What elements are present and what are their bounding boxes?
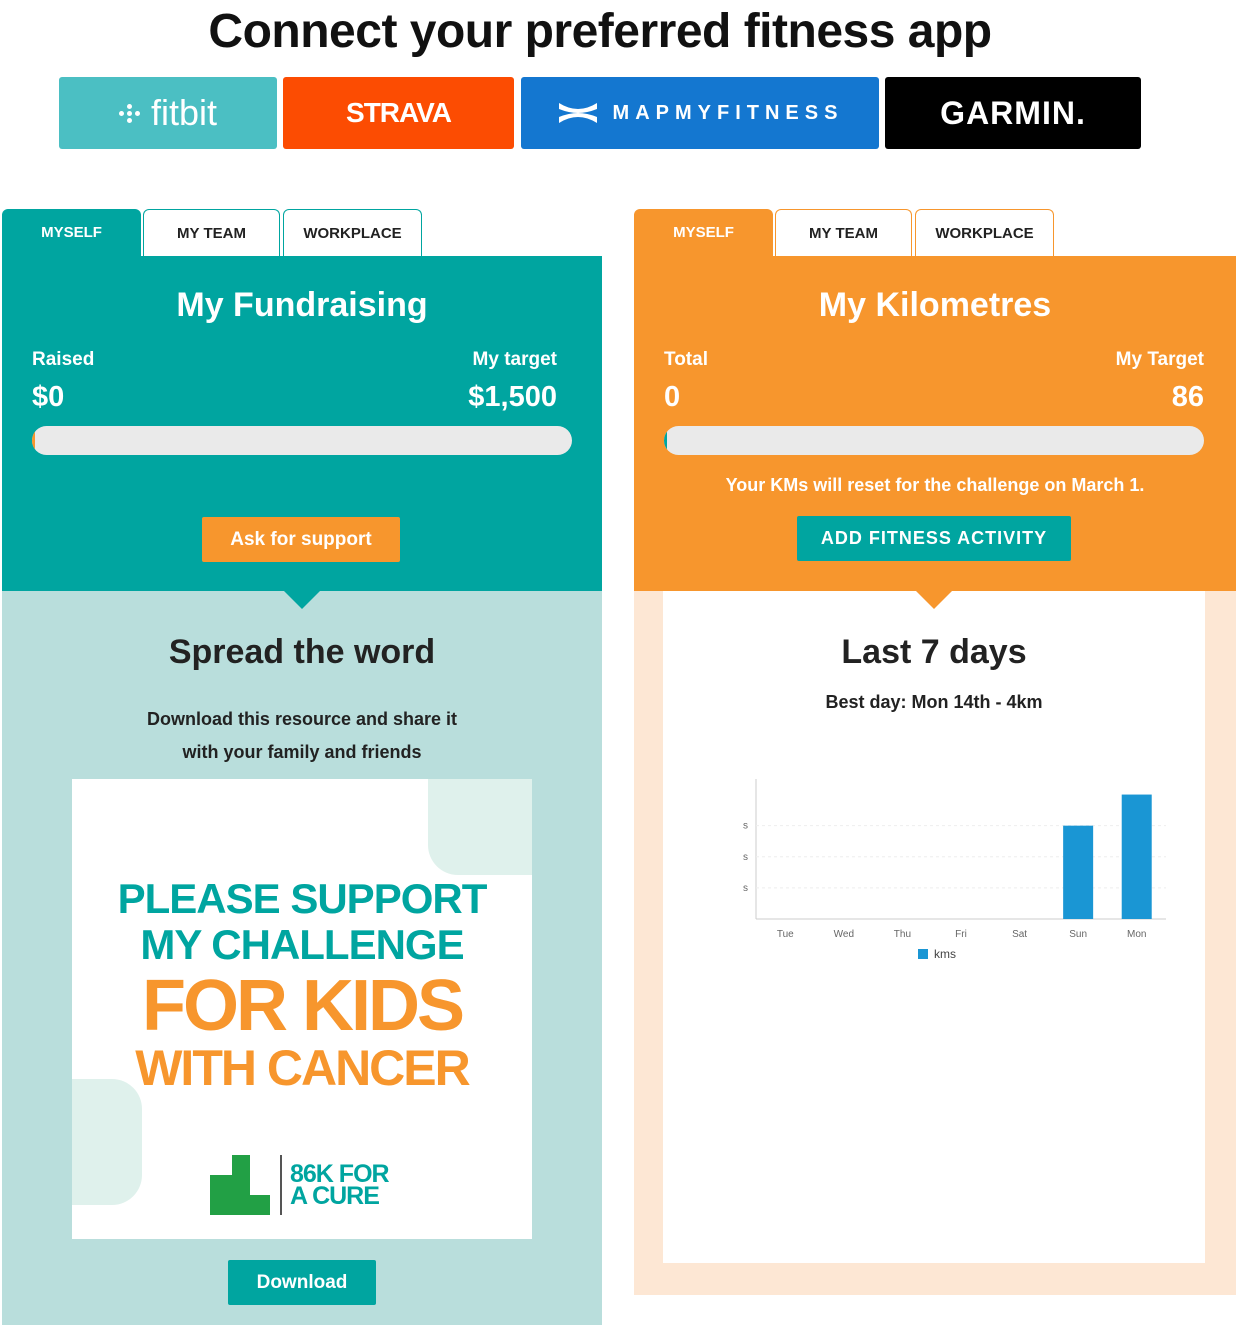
mapmyfitness-button[interactable]: MAPMYFITNESS <box>521 77 879 149</box>
km-target-value: 86 <box>1171 381 1204 413</box>
poster-decoration <box>72 1079 142 1205</box>
raised-value: $0 <box>32 381 65 413</box>
reset-note: Your KMs will reset for the challenge on… <box>725 475 1145 495</box>
strava-button[interactable]: STRAVA <box>283 77 514 149</box>
target-label: My target <box>472 349 557 370</box>
tab-my-team[interactable]: MY TEAM <box>143 209 280 256</box>
poster-line: FOR KIDS <box>141 966 465 1046</box>
mapmyfitness-label: MAPMYFITNESS <box>612 101 844 124</box>
target-value: $1,500 <box>468 381 557 413</box>
tab-myself[interactable]: MYSELF <box>634 209 773 256</box>
chart-title: Last 7 days <box>841 633 1027 671</box>
fundraising-summary: My Fundraising Raised My target $0 $1,50… <box>2 256 602 591</box>
kms-bar-chart: 1kms 2kms 3kms Tue Wed Thu Fri Sat Sun Mon kms <box>743 779 1166 961</box>
kilometres-summary: My Kilometres Total My Target 0 86 Your … <box>634 256 1236 591</box>
spread-desc-line2: with your family and friends <box>182 742 422 762</box>
legend-swatch <box>918 949 928 959</box>
bar <box>1063 825 1094 919</box>
poster-86k-line2: A CURE <box>290 1182 380 1210</box>
poster-86k-text: 86K FOR A CURE <box>290 1162 390 1210</box>
y-tick-label: 2kms <box>743 852 748 863</box>
kilometres-panel: MYSELF MY TEAM WORKPLACE My Kilometres T… <box>634 209 1236 1295</box>
tab-workplace[interactable]: WORKPLACE <box>283 209 422 256</box>
x-tick-label: Sat <box>1012 929 1027 940</box>
legend-label: kms <box>934 947 956 961</box>
kilometres-title: My Kilometres <box>818 286 1052 324</box>
poster-decoration <box>428 779 532 875</box>
add-fitness-activity-button[interactable]: ADD FITNESS ACTIVITY <box>797 516 1071 561</box>
page-heading: Connect your preferred fitness app <box>208 5 992 58</box>
tab-my-team[interactable]: MY TEAM <box>775 209 912 256</box>
fitbit-dots-icon <box>118 103 141 123</box>
poster-logo: 86K FOR A CURE <box>210 1153 390 1217</box>
poster-line: PLEASE SUPPORT <box>117 875 488 922</box>
kilometres-progress-fill <box>664 426 667 455</box>
x-tick-label: Wed <box>834 929 854 940</box>
total-label: Total <box>664 349 708 370</box>
x-tick-label: Tue <box>777 929 794 940</box>
x-tick-label: Mon <box>1127 929 1146 940</box>
x-tick-label: Sun <box>1069 929 1087 940</box>
strava-label: STRAVA <box>346 97 452 128</box>
y-tick-label: 1kms <box>743 883 748 894</box>
fundraising-progress-fill <box>32 426 35 455</box>
tab-myself[interactable]: MYSELF <box>2 209 141 256</box>
fitbit-button[interactable]: fitbit <box>59 77 277 149</box>
last-7-days-section: Last 7 days Best day: Mon 14th - 4km 1km… <box>634 591 1236 1295</box>
pointer-arrow <box>916 591 952 609</box>
fundraising-progress-bar <box>32 426 572 455</box>
fitbit-label: fitbit <box>150 92 218 133</box>
garmin-label: GARMIN. <box>940 94 1086 131</box>
cci-logo-icon <box>210 1155 272 1215</box>
km-target-label: My Target <box>1115 349 1204 370</box>
spread-description: Download this resource and share it with… <box>2 703 602 769</box>
pointer-arrow <box>284 591 320 609</box>
spread-title: Spread the word <box>168 633 436 671</box>
chart-card: Last 7 days Best day: Mon 14th - 4km 1km… <box>663 591 1205 1263</box>
garmin-button[interactable]: GARMIN. <box>885 77 1141 149</box>
download-button[interactable]: Download <box>228 1260 376 1305</box>
tab-workplace[interactable]: WORKPLACE <box>915 209 1054 256</box>
raised-label: Raised <box>32 349 95 370</box>
x-tick-label: Thu <box>894 929 911 940</box>
support-poster-image: PLEASE SUPPORT MY CHALLENGE FOR KIDS WIT… <box>72 779 532 1239</box>
spread-the-word-section: Spread the word Download this resource a… <box>2 591 602 1325</box>
x-tick-label: Fri <box>955 929 967 940</box>
total-value: 0 <box>664 381 681 413</box>
poster-line: MY CHALLENGE <box>140 921 464 968</box>
poster-logo-divider <box>280 1155 282 1215</box>
bar <box>1121 794 1152 919</box>
spread-desc-line1: Download this resource and share it <box>146 709 458 729</box>
kilometres-progress-bar <box>664 426 1204 455</box>
fundraising-panel: MYSELF MY TEAM WORKPLACE My Fundraising … <box>2 209 602 1325</box>
fundraising-title: My Fundraising <box>176 286 428 324</box>
under-armour-icon <box>558 103 597 123</box>
y-tick-label: 3kms <box>743 821 748 832</box>
ask-for-support-button[interactable]: Ask for support <box>202 517 400 562</box>
poster-line: WITH CANCER <box>135 1040 471 1096</box>
best-day-text: Best day: Mon 14th - 4km <box>825 692 1043 712</box>
